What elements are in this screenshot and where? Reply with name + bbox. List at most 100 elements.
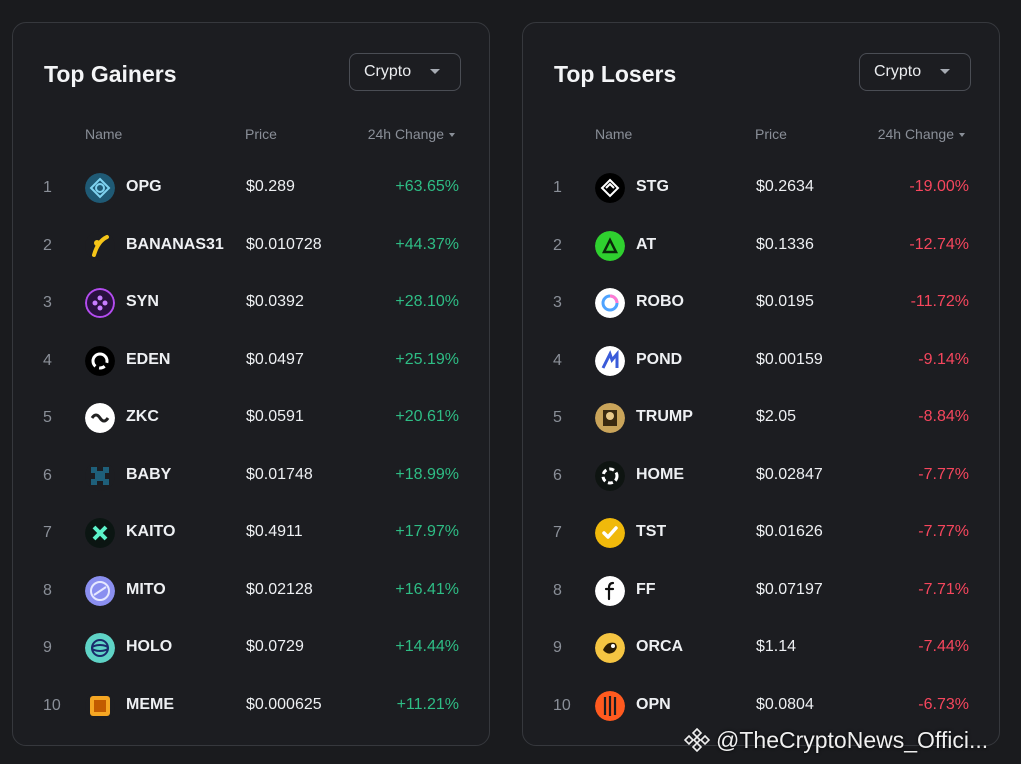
coin-symbol: ZKC bbox=[126, 408, 159, 425]
kaito-coin-icon bbox=[85, 518, 115, 548]
stg-coin-icon bbox=[595, 173, 625, 203]
coin-symbol: TRUMP bbox=[636, 408, 693, 425]
coin-price: $0.289 bbox=[246, 178, 295, 195]
market-filter-dropdown[interactable]: Crypto bbox=[349, 53, 461, 91]
coin-price: $0.1336 bbox=[756, 235, 814, 253]
tst-coin-icon bbox=[595, 518, 625, 548]
ff-coin-icon bbox=[595, 575, 625, 606]
coin-symbol: ORCA bbox=[636, 638, 684, 655]
coin-change: -7.44% bbox=[918, 638, 969, 655]
coin-change: +18.99% bbox=[395, 465, 459, 483]
table-row[interactable]: 9 ORCA $1.14 -7.44% bbox=[523, 619, 999, 677]
row-rank: 4 bbox=[43, 351, 52, 369]
column-header-24h-change[interactable]: 24h Change bbox=[878, 126, 965, 142]
row-rank: 9 bbox=[553, 639, 562, 656]
coin-price: $0.02847 bbox=[756, 465, 823, 483]
table-row[interactable]: 4 POND $0.00159 -9.14% bbox=[523, 332, 999, 390]
column-header-name: Name bbox=[85, 126, 123, 142]
coin-symbol: POND bbox=[636, 350, 683, 368]
coin-symbol: BANANAS31 bbox=[126, 235, 224, 253]
table-row[interactable]: 4 EDEN $0.0497 +25.19% bbox=[13, 332, 489, 390]
coin-price: $0.0804 bbox=[756, 695, 814, 713]
coin-symbol: TST bbox=[636, 523, 667, 540]
sort-desc-icon bbox=[449, 132, 455, 137]
at-coin-icon bbox=[595, 230, 625, 261]
table-row[interactable]: 6 BABY $0.01748 +18.99% bbox=[13, 447, 489, 505]
pond-coin-icon bbox=[595, 345, 625, 376]
coin-price: $0.01748 bbox=[246, 465, 313, 483]
robo-coin-icon bbox=[595, 288, 625, 318]
top-losers-panel: Top Losers Crypto Name Price 24h Change … bbox=[522, 22, 1000, 746]
row-rank: 9 bbox=[43, 639, 52, 656]
table-row[interactable]: 8 FF $0.07197 -7.71% bbox=[523, 562, 999, 620]
coin-change: -7.71% bbox=[918, 580, 969, 598]
row-rank: 5 bbox=[553, 409, 562, 426]
orca-coin-icon bbox=[595, 633, 625, 663]
table-row[interactable]: 1 OPG $0.289 +63.65% bbox=[13, 159, 489, 217]
opn-coin-icon bbox=[595, 690, 625, 721]
watermark-text: @TheCryptoNews_Offici... bbox=[716, 726, 989, 753]
table-row[interactable]: 10 MEME $0.000625 +11.21% bbox=[13, 677, 489, 735]
row-rank: 1 bbox=[43, 179, 52, 196]
watermark: @TheCryptoNews_Offici... bbox=[684, 722, 988, 758]
row-rank: 7 bbox=[43, 524, 52, 541]
gainers-list: 1 OPG $0.289 +63.65% 2 BANANAS31 $0.0107… bbox=[13, 159, 489, 734]
table-row[interactable]: 7 TST $0.01626 -7.77% bbox=[523, 504, 999, 562]
coin-symbol: AT bbox=[636, 235, 657, 253]
table-row[interactable]: 6 HOME $0.02847 -7.77% bbox=[523, 447, 999, 505]
row-rank: 6 bbox=[43, 466, 52, 484]
coin-price: $2.05 bbox=[756, 408, 797, 425]
coin-price: $1.14 bbox=[756, 638, 797, 655]
table-row[interactable]: 3 ROBO $0.0195 -11.72% bbox=[523, 274, 999, 332]
table-row[interactable]: 9 HOLO $0.0729 +14.44% bbox=[13, 619, 489, 677]
table-row[interactable]: 8 MITO $0.02128 +16.41% bbox=[13, 562, 489, 620]
table-row[interactable]: 2 AT $0.1336 -12.74% bbox=[523, 217, 999, 275]
chevron-down-icon bbox=[940, 69, 950, 74]
coin-change: +63.65% bbox=[395, 178, 459, 195]
panel-title: Top Losers bbox=[554, 61, 677, 87]
row-rank: 5 bbox=[43, 409, 52, 426]
coin-price: $0.2634 bbox=[756, 178, 814, 195]
table-row[interactable]: 7 KAITO $0.4911 +17.97% bbox=[13, 504, 489, 562]
top-gainers-panel: Top Gainers Crypto Name Price 24h Change… bbox=[12, 22, 490, 746]
coin-price: $0.4911 bbox=[246, 523, 303, 540]
coin-price: $0.000625 bbox=[246, 695, 322, 713]
table-row[interactable]: 5 ZKC $0.0591 +20.61% bbox=[13, 389, 489, 447]
coin-change: -7.77% bbox=[918, 523, 969, 540]
eden-coin-icon bbox=[85, 345, 115, 376]
column-header-name: Name bbox=[595, 126, 633, 142]
table-row[interactable]: 5 TRUMP $2.05 -8.84% bbox=[523, 389, 999, 447]
coin-price: $0.01626 bbox=[756, 523, 823, 540]
coin-change: -19.00% bbox=[909, 178, 969, 195]
coin-symbol: HOLO bbox=[126, 638, 173, 655]
coin-change: +11.21% bbox=[396, 695, 459, 713]
row-rank: 1 bbox=[553, 179, 562, 196]
coin-price: $0.0195 bbox=[756, 293, 814, 310]
coin-change: -12.74% bbox=[909, 235, 969, 253]
sort-desc-icon bbox=[959, 132, 965, 137]
column-header-price: Price bbox=[755, 126, 787, 142]
coin-price: $0.0392 bbox=[246, 293, 304, 310]
coin-symbol: EDEN bbox=[126, 350, 171, 368]
row-rank: 8 bbox=[553, 581, 562, 599]
meme-coin-icon bbox=[85, 690, 115, 721]
row-rank: 4 bbox=[553, 351, 562, 369]
table-row[interactable]: 3 SYN $0.0392 +28.10% bbox=[13, 274, 489, 332]
column-header-24h-change[interactable]: 24h Change bbox=[368, 126, 455, 142]
zkc-coin-icon bbox=[85, 403, 115, 433]
coin-change: -7.77% bbox=[918, 465, 969, 483]
table-row[interactable]: 1 STG $0.2634 -19.00% bbox=[523, 159, 999, 217]
market-filter-dropdown[interactable]: Crypto bbox=[859, 53, 971, 91]
coin-change: -11.72% bbox=[910, 293, 969, 310]
losers-list: 1 STG $0.2634 -19.00% 2 AT $0.1336 -12.7… bbox=[523, 159, 999, 734]
coin-change: +16.41% bbox=[395, 580, 459, 598]
coin-price: $0.07197 bbox=[756, 580, 823, 598]
coin-symbol: FF bbox=[636, 580, 656, 598]
coin-change: -8.84% bbox=[918, 408, 969, 425]
coin-symbol: OPN bbox=[636, 695, 671, 713]
column-header-price: Price bbox=[245, 126, 277, 142]
table-row[interactable]: 2 BANANAS31 $0.010728 +44.37% bbox=[13, 217, 489, 275]
panel-title: Top Gainers bbox=[44, 61, 177, 87]
coin-change: +20.61% bbox=[395, 408, 459, 425]
coin-change: +25.19% bbox=[395, 350, 459, 368]
